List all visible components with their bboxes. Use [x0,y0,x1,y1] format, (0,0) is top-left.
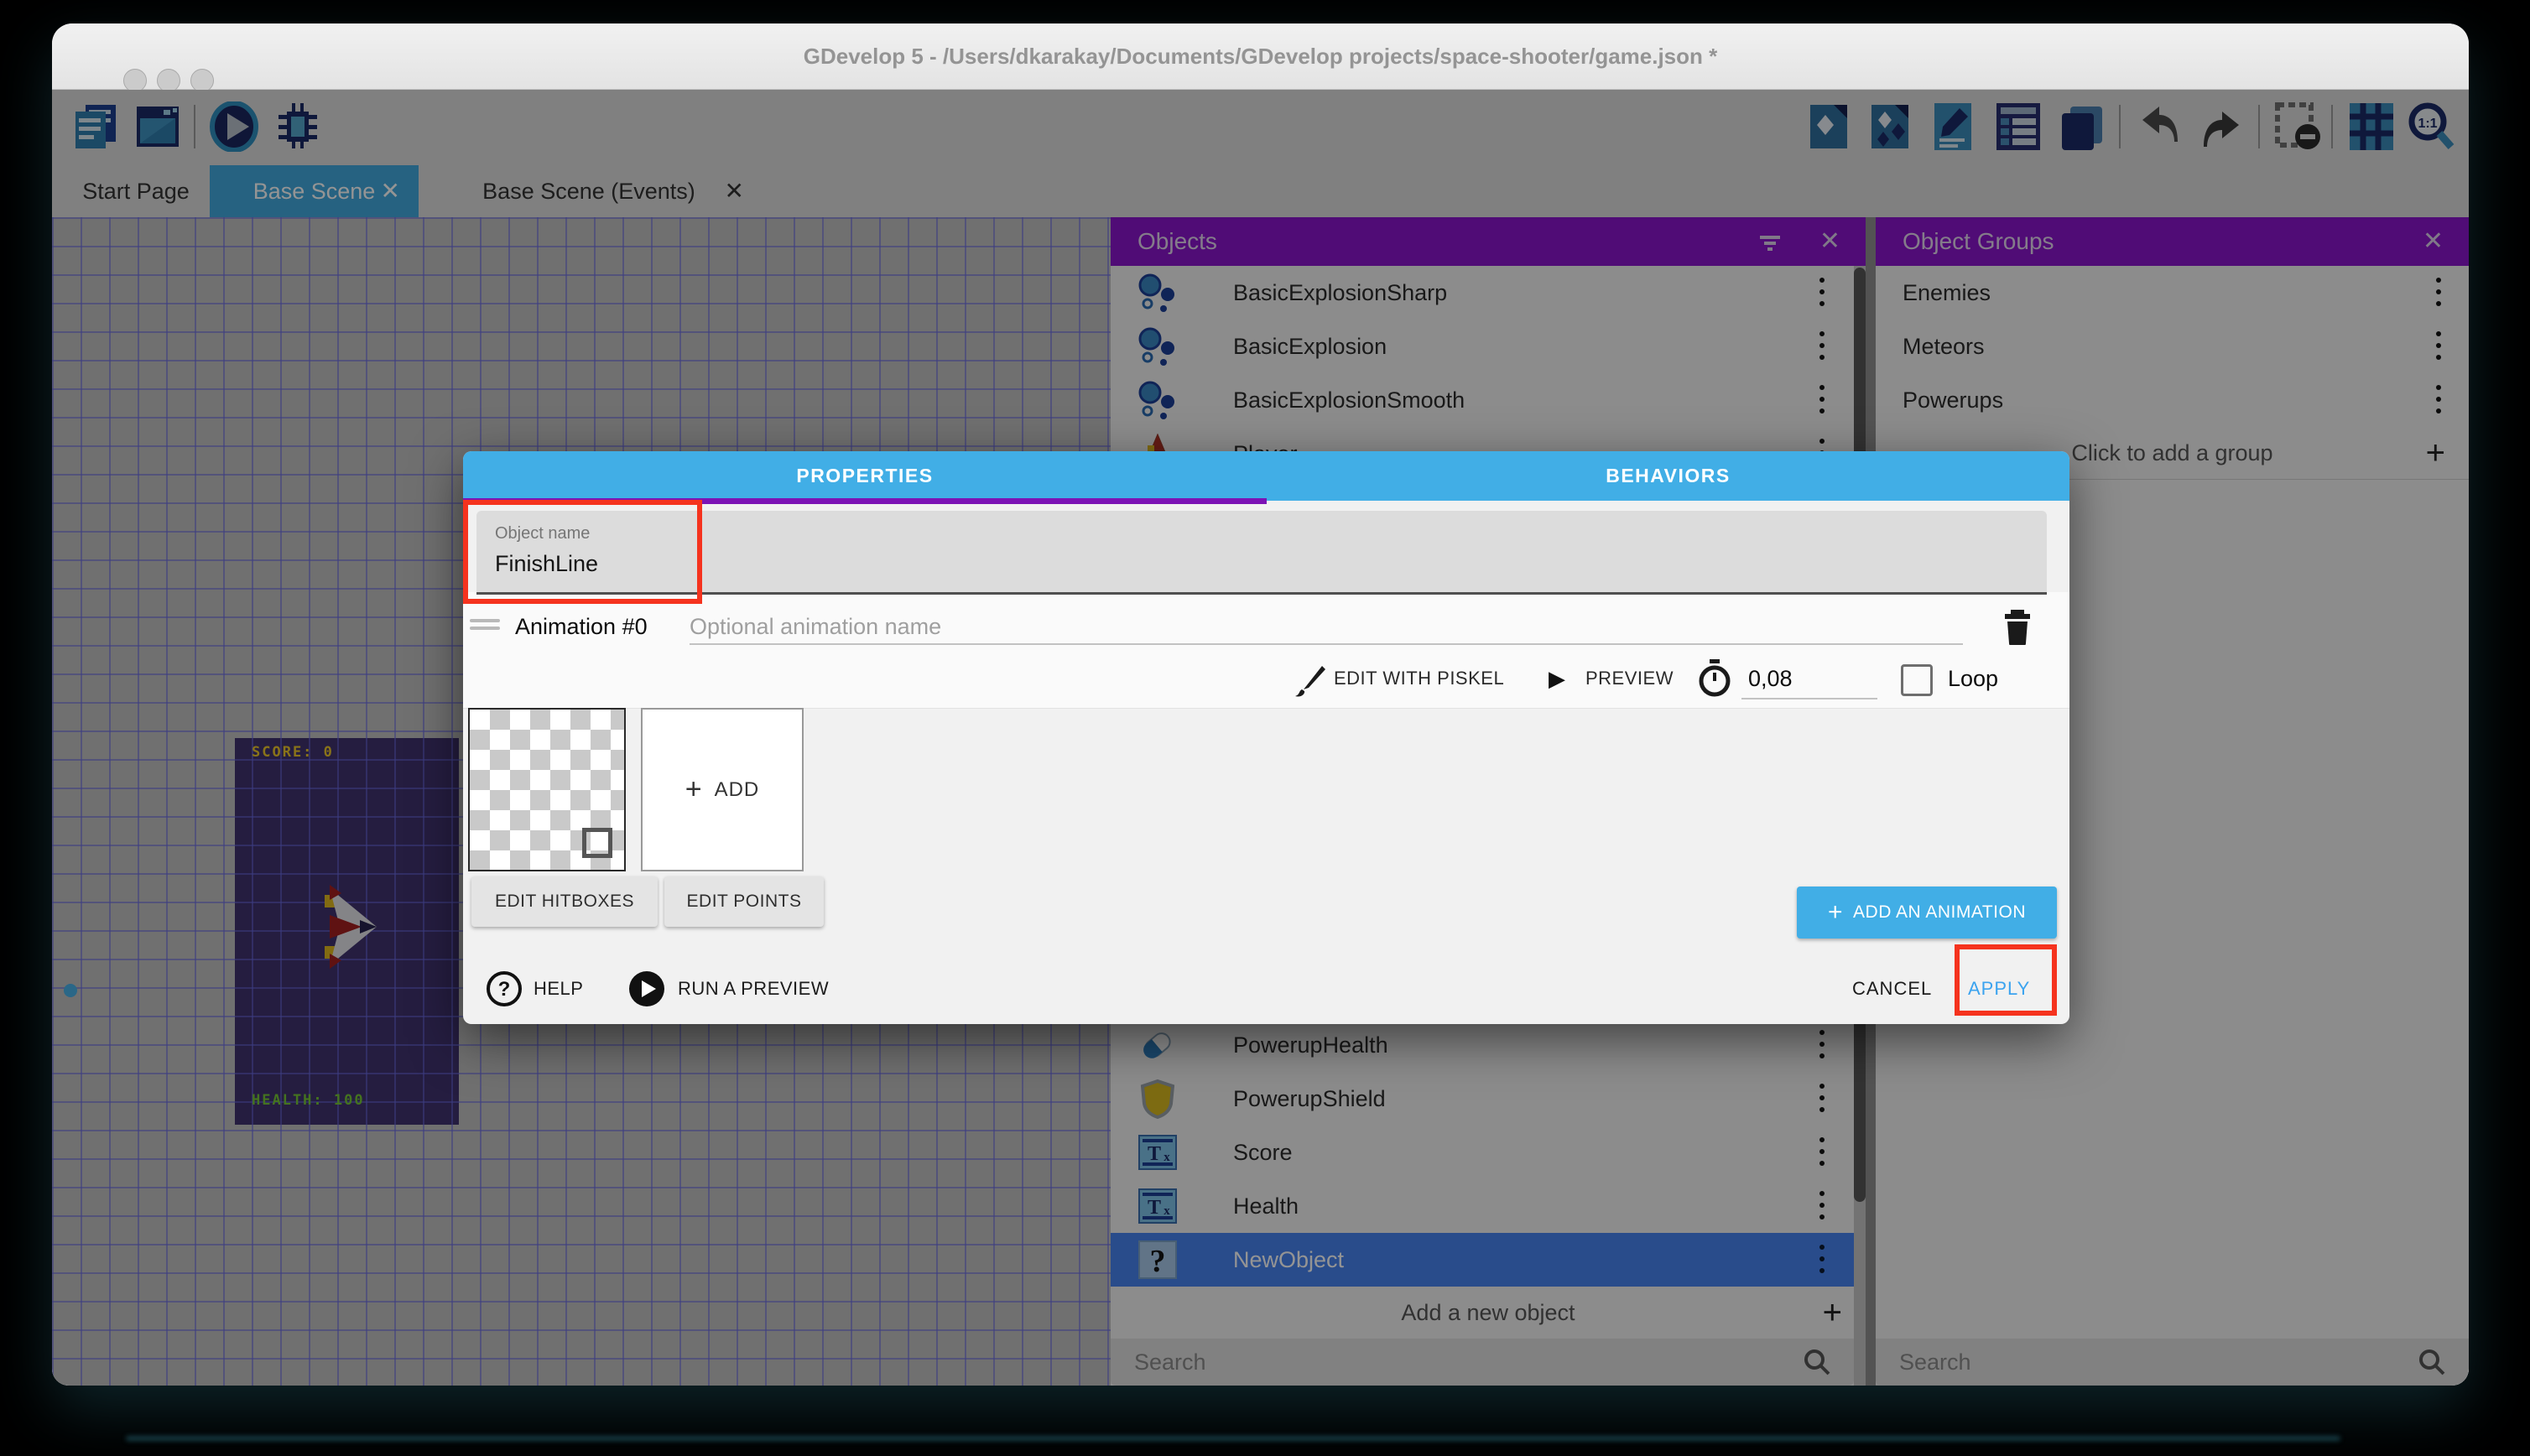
animation-row-strip [463,592,2069,709]
add-animation-label: ADD AN ANIMATION [1853,902,2026,923]
run-preview-icon [627,970,666,1012]
delete-animation-icon[interactable] [2003,610,2032,649]
animation-name-input[interactable]: Optional animation name [690,614,941,640]
add-frame-label: ADD [715,778,760,802]
object-name-field[interactable]: Object name FinishLine [476,511,2047,595]
stopwatch-icon [1696,658,1733,702]
cancel-button[interactable]: CANCEL [1852,978,1932,1000]
window-shadow [126,1436,2340,1441]
run-a-preview-button[interactable]: RUN A PREVIEW [678,978,829,1000]
help-icon: ? [485,970,523,1012]
frame-thumbnail-empty[interactable] [468,708,626,871]
edit-points-button[interactable]: EDIT POINTS [664,876,824,927]
app-window: GDevelop 5 - /Users/dkarakay/Documents/G… [52,23,2469,1386]
dialog-tab-bar: PROPERTIES BEHAVIORS [463,451,2069,501]
add-animation-button[interactable]: + ADD AN ANIMATION [1797,887,2057,939]
tab-properties[interactable]: PROPERTIES [463,451,1267,501]
animation-name-underline [690,643,1963,645]
time-between-frames-input[interactable]: 0,08 [1748,666,1793,692]
time-input-underline [1741,698,1877,699]
annotation-box-object-name [463,500,702,604]
window-title: GDevelop 5 - /Users/dkarakay/Documents/G… [52,23,2469,89]
help-button[interactable]: HELP [534,978,583,1000]
drag-handle-icon[interactable] [470,619,500,622]
app-content: 1:1 Start Page Base Scene ✕ Base Scene (… [52,90,2469,1386]
svg-text:?: ? [498,978,511,1001]
loop-checkbox[interactable] [1901,664,1933,696]
preview-button[interactable]: PREVIEW [1585,668,1674,689]
drag-handle-icon [470,627,500,630]
edit-with-piskel-button[interactable]: EDIT WITH PISKEL [1334,668,1504,689]
frame-select-box-icon[interactable] [582,828,612,858]
tab-behaviors[interactable]: BEHAVIORS [1267,451,2069,501]
plus-icon: + [1828,898,1843,927]
title-bar: GDevelop 5 - /Users/dkarakay/Documents/G… [52,23,2469,90]
animation-label: Animation #0 [515,614,648,640]
preview-play-icon: ▶ [1549,666,1565,692]
loop-label: Loop [1948,666,1998,692]
add-frame-button[interactable]: + ADD [641,708,804,871]
plus-icon: + [685,773,703,806]
brush-icon [1294,664,1327,702]
edit-hitboxes-button[interactable]: EDIT HITBOXES [471,876,658,927]
object-editor-dialog: PROPERTIES BEHAVIORS Object name FinishL… [463,451,2069,1024]
annotation-box-apply [1955,944,2057,1016]
